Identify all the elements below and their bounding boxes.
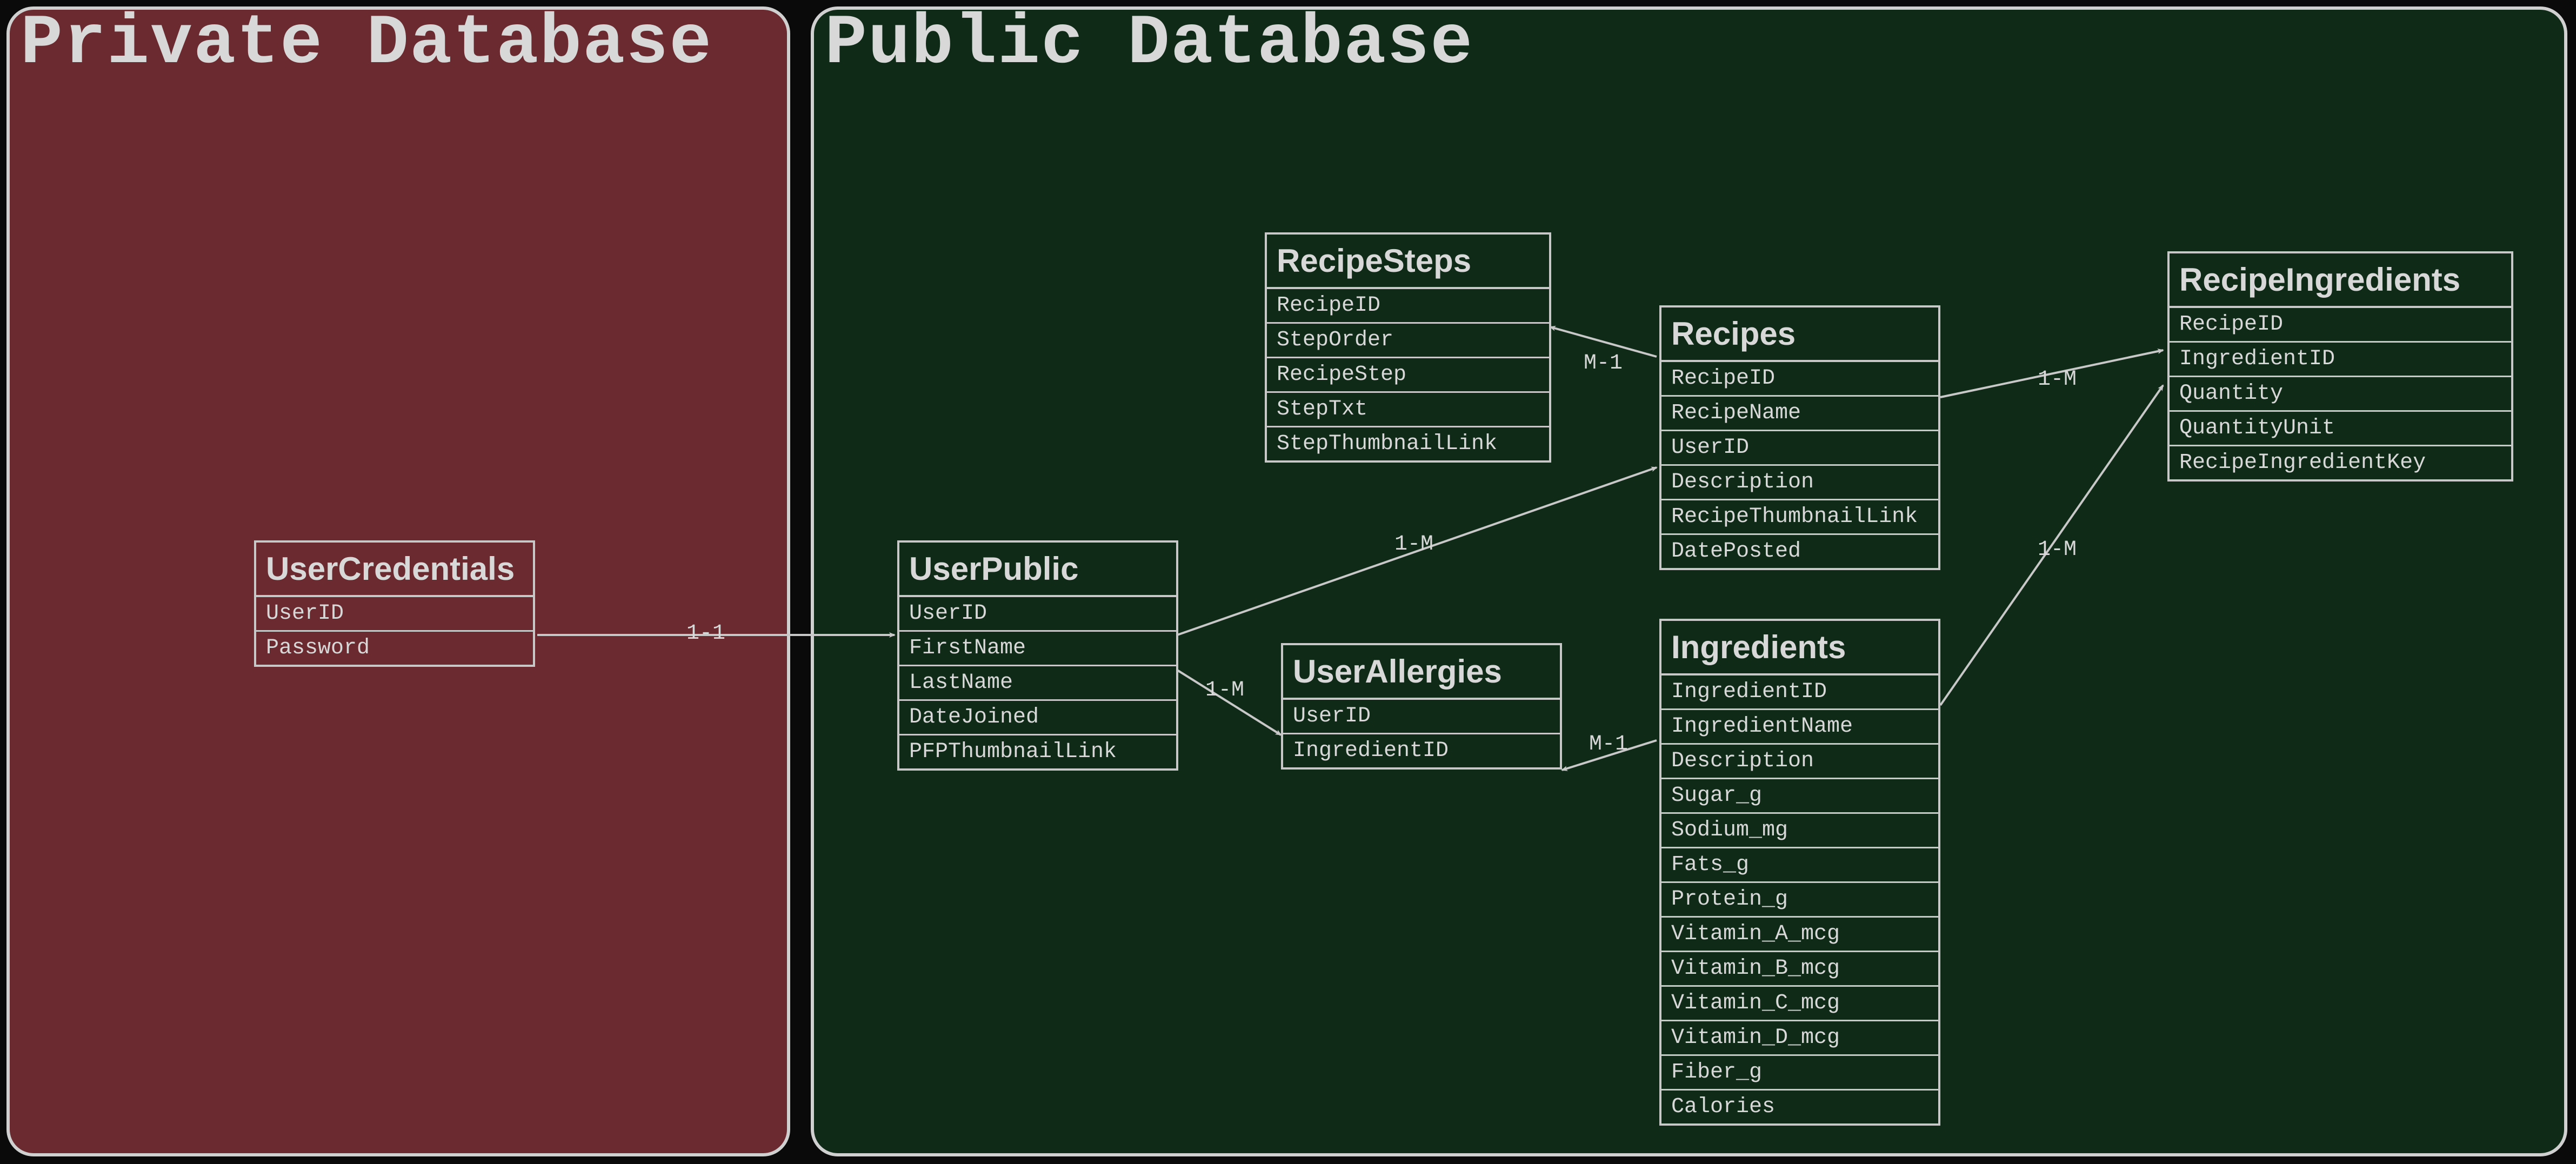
entity-user-public: UserPublic UserID FirstName LastName Dat… (897, 540, 1178, 771)
entity-title: RecipeSteps (1267, 235, 1549, 289)
entity-title: Recipes (1661, 307, 1938, 362)
entity-field: Quantity (2170, 377, 2511, 412)
entity-field: Vitamin_D_mcg (1661, 1021, 1938, 1056)
public-database-title: Public Database (825, 4, 1473, 84)
entity-field: Vitamin_B_mcg (1661, 952, 1938, 987)
entity-recipes: Recipes RecipeID RecipeName UserID Descr… (1659, 305, 1940, 570)
entity-field: IngredientName (1661, 710, 1938, 745)
entity-field: DatePosted (1661, 535, 1938, 568)
entity-field: RecipeID (2170, 308, 2511, 343)
entity-field: IngredientID (2170, 343, 2511, 377)
entity-title: UserAllergies (1283, 645, 1560, 700)
rel-label-userpublic-allergies: 1-M (1205, 678, 1244, 703)
entity-field: RecipeName (1661, 397, 1938, 431)
rel-label-recipes-steps: M-1 (1584, 351, 1623, 376)
entity-field: Protein_g (1661, 883, 1938, 918)
entity-field: StepTxt (1267, 393, 1549, 427)
entity-field: RecipeStep (1267, 358, 1549, 393)
entity-field: IngredientID (1283, 734, 1560, 767)
entity-field: UserID (1661, 431, 1938, 466)
entity-field: RecipeID (1267, 289, 1549, 324)
entity-title: UserCredentials (256, 543, 533, 597)
entity-field: Password (256, 632, 533, 665)
rel-label-userpublic-recipes: 1-M (1394, 532, 1433, 557)
private-database-title: Private Database (21, 4, 712, 84)
entity-recipe-ingredients: RecipeIngredients RecipeID IngredientID … (2167, 251, 2513, 481)
entity-user-allergies: UserAllergies UserID IngredientID (1281, 643, 1562, 770)
entity-field: Description (1661, 745, 1938, 779)
entity-title: Ingredients (1661, 621, 1938, 675)
entity-field: Vitamin_C_mcg (1661, 987, 1938, 1021)
entity-field: LastName (899, 666, 1176, 701)
entity-field: Sugar_g (1661, 779, 1938, 814)
entity-field: Sodium_mg (1661, 814, 1938, 848)
entity-recipe-steps: RecipeSteps RecipeID StepOrder RecipeSte… (1265, 232, 1551, 463)
entity-field: Description (1661, 466, 1938, 500)
entity-field: UserID (1283, 700, 1560, 734)
entity-field: Vitamin_A_mcg (1661, 918, 1938, 952)
rel-label-ingredients-recipeing: 1-M (2038, 538, 2077, 562)
rel-label-usercred-userpublic: 1-1 (686, 621, 725, 646)
entity-field: StepOrder (1267, 324, 1549, 358)
rel-label-ingredients-allergies: M-1 (1589, 732, 1628, 757)
entity-user-credentials: UserCredentials UserID Password (254, 540, 535, 667)
entity-field: IngredientID (1661, 675, 1938, 710)
entity-field: FirstName (899, 632, 1176, 666)
entity-title: RecipeIngredients (2170, 253, 2511, 308)
entity-field: StepThumbnailLink (1267, 427, 1549, 460)
rel-label-recipes-recipeing: 1-M (2038, 367, 2077, 392)
entity-field: DateJoined (899, 701, 1176, 735)
entity-field: UserID (256, 597, 533, 632)
entity-field: Fats_g (1661, 848, 1938, 883)
entity-field: RecipeID (1661, 362, 1938, 397)
entity-field: RecipeThumbnailLink (1661, 500, 1938, 535)
entity-field: UserID (899, 597, 1176, 632)
entity-ingredients: Ingredients IngredientID IngredientName … (1659, 619, 1940, 1126)
entity-field: PFPThumbnailLink (899, 735, 1176, 768)
entity-field: Calories (1661, 1091, 1938, 1123)
entity-field: QuantityUnit (2170, 412, 2511, 446)
entity-title: UserPublic (899, 543, 1176, 597)
entity-field: RecipeIngredientKey (2170, 446, 2511, 479)
entity-field: Fiber_g (1661, 1056, 1938, 1091)
